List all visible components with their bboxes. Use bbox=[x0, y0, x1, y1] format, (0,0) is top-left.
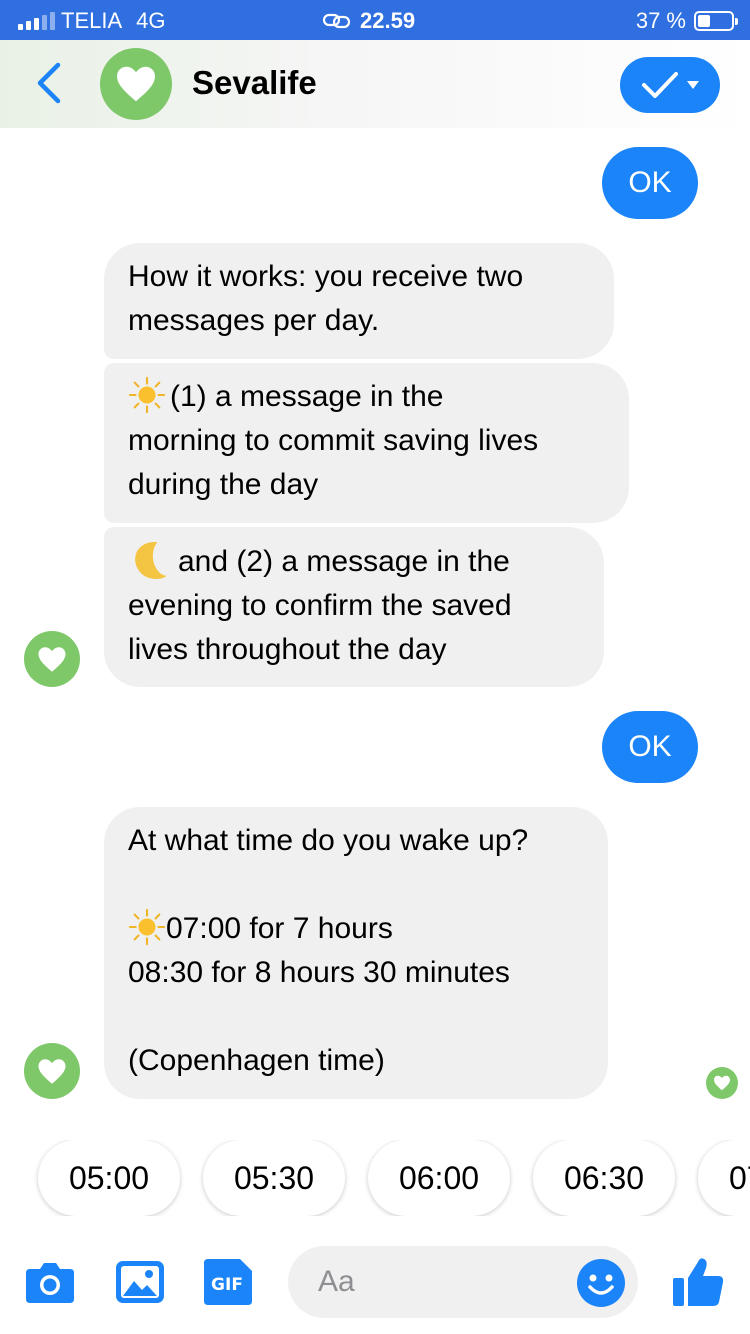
message-line: 08:30 for 8 hours 30 minutes bbox=[128, 956, 510, 989]
message-line: (Copenhagen time) bbox=[128, 1044, 385, 1077]
heart-logo-icon bbox=[117, 66, 155, 102]
checkmark-dropdown-button[interactable] bbox=[620, 57, 720, 113]
quick-reply-0600[interactable]: 06:00 bbox=[368, 1140, 510, 1216]
message-line: messages per day. bbox=[128, 304, 380, 337]
status-time: 22.59 bbox=[360, 8, 416, 33]
moon-emoji-icon bbox=[135, 541, 167, 580]
checkmark-icon bbox=[642, 72, 678, 98]
photo-icon bbox=[116, 1261, 164, 1303]
signal-strength-icon bbox=[18, 12, 55, 30]
message-line: 07:00 for 7 hours bbox=[128, 907, 584, 951]
quick-replies: 05:00 05:30 06:00 06:30 07:00 bbox=[0, 1140, 750, 1216]
battery-percent: 37 % bbox=[635, 8, 686, 33]
outgoing-message[interactable]: OK bbox=[602, 147, 698, 219]
link-icon bbox=[322, 13, 351, 29]
incoming-message[interactable]: At what time do you wake up? 07:00 for 7… bbox=[104, 807, 608, 1099]
message-line: lives throughout the day bbox=[128, 633, 447, 666]
message-text: OK bbox=[628, 730, 672, 763]
incoming-message[interactable]: How it works: you receive two messages p… bbox=[104, 243, 614, 359]
battery-level bbox=[698, 15, 710, 27]
thumbs-up-icon bbox=[673, 1258, 724, 1306]
message-line: At what time do you wake up? bbox=[128, 824, 529, 857]
gif-icon: GIF bbox=[204, 1259, 252, 1305]
quick-reply-0630[interactable]: 06:30 bbox=[533, 1140, 675, 1216]
status-bar: TELIA 4G 22.59 37 % bbox=[0, 0, 750, 40]
message-line: evening to confirm the saved bbox=[128, 589, 512, 622]
battery-icon bbox=[694, 11, 738, 31]
message-line: (1) a message in the bbox=[128, 375, 605, 419]
message-line: and (2) a message in the bbox=[128, 539, 580, 584]
photo-button[interactable] bbox=[114, 1256, 166, 1308]
header-avatar[interactable] bbox=[100, 48, 172, 120]
network-type: 4G bbox=[136, 8, 166, 33]
message-text: 07:00 for 7 hours bbox=[166, 912, 393, 945]
message-line bbox=[128, 863, 584, 907]
chat-header: Sevalife bbox=[0, 40, 750, 128]
message-line: during the day bbox=[128, 468, 319, 501]
heart-logo-icon bbox=[714, 1075, 730, 1091]
heart-logo-icon bbox=[38, 646, 66, 672]
seen-indicator-avatar bbox=[706, 1067, 738, 1099]
battery-status: 37 % bbox=[635, 8, 738, 34]
incoming-message[interactable]: (1) a message in the morning to commit s… bbox=[104, 363, 629, 523]
quick-reply-0700[interactable]: 07:00 bbox=[698, 1140, 750, 1216]
sun-emoji-icon bbox=[128, 376, 166, 414]
chat-title: Sevalife bbox=[192, 64, 317, 101]
bot-avatar[interactable] bbox=[24, 631, 80, 687]
camera-button[interactable] bbox=[24, 1256, 76, 1308]
message-text: OK bbox=[628, 166, 672, 199]
outgoing-message[interactable]: OK bbox=[602, 711, 698, 783]
message-line: How it works: you receive two bbox=[128, 260, 524, 293]
emoji-icon bbox=[577, 1259, 625, 1307]
emoji-button[interactable] bbox=[576, 1258, 626, 1308]
gif-label: GIF bbox=[211, 1275, 243, 1295]
bot-avatar[interactable] bbox=[24, 1043, 80, 1099]
composer-bar: GIF bbox=[0, 1234, 750, 1334]
message-text: and (2) a message in the bbox=[178, 545, 510, 578]
heart-logo-icon bbox=[38, 1058, 66, 1084]
quick-reply-0530[interactable]: 05:30 bbox=[203, 1140, 345, 1216]
caret-down-icon bbox=[687, 81, 699, 89]
incoming-message[interactable]: and (2) a message in the evening to conf… bbox=[104, 527, 604, 687]
thumbs-up-button[interactable] bbox=[668, 1252, 728, 1312]
carrier-name: TELIA bbox=[61, 8, 123, 33]
carrier-info: TELIA 4G bbox=[18, 8, 166, 34]
message-text: (1) a message in the bbox=[170, 380, 444, 413]
sun-emoji-icon bbox=[128, 908, 166, 946]
message-line bbox=[128, 995, 584, 1039]
message-line: morning to commit saving lives bbox=[128, 424, 539, 457]
quick-reply-0500[interactable]: 05:00 bbox=[38, 1140, 180, 1216]
back-button[interactable] bbox=[30, 60, 70, 106]
chevron-left-icon bbox=[37, 62, 61, 104]
camera-icon bbox=[26, 1263, 74, 1303]
clock: 22.59 bbox=[322, 8, 415, 34]
gif-button[interactable]: GIF bbox=[202, 1256, 254, 1308]
